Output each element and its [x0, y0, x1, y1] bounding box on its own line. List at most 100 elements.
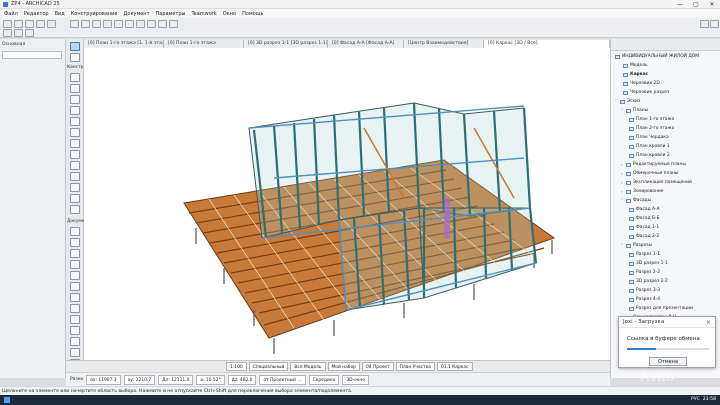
slab-tool-icon[interactable] [70, 106, 80, 115]
nav-item-project[interactable]: ИНДИВИДУАЛЬНЫЙ ЖИЛОЙ ДОМ [615, 54, 699, 59]
menu-help[interactable]: Помощь [242, 11, 263, 17]
nav-item-facade-aa[interactable]: Фасад А-А [629, 207, 660, 212]
pen-set-selector[interactable]: Мой набор [327, 362, 360, 371]
dz-field[interactable]: Δz: 482.0 [227, 374, 257, 385]
nav-item-frame[interactable]: Каркас [623, 72, 648, 77]
search-icon[interactable] [700, 20, 709, 28]
arc-tool-icon[interactable] [70, 293, 80, 302]
arrow-tool-icon[interactable] [70, 42, 80, 51]
menu-window[interactable]: Окно [223, 11, 236, 17]
settings-icon[interactable] [169, 20, 178, 28]
zone-tool-icon[interactable] [70, 205, 80, 214]
close-icon[interactable]: × [706, 319, 711, 326]
info-selector[interactable] [2, 51, 62, 59]
nav-item-section-11[interactable]: Разрез 1-1 [629, 252, 660, 257]
3d-view-icon[interactable] [92, 20, 101, 28]
stair-tool-icon[interactable] [70, 172, 80, 181]
polyline-tool-icon[interactable] [70, 304, 80, 313]
hotspot-tool-icon[interactable] [70, 326, 80, 335]
cancel-button[interactable]: Отмена [649, 357, 687, 366]
window-tool-icon[interactable] [70, 161, 80, 170]
length-field[interactable]: Дл: 12111.0 [158, 374, 194, 385]
door-tool-icon[interactable] [70, 150, 80, 159]
nav-item-sketch[interactable]: ˅ Эскиз [615, 99, 640, 104]
model-view-selector[interactable]: Вся Модель [290, 362, 326, 371]
nav-item-plan-2[interactable]: План 2-го этажа [629, 126, 674, 131]
help-icon[interactable] [710, 20, 719, 28]
menu-document[interactable]: Документ [124, 11, 150, 17]
dx-field[interactable]: ах: 11907.3 [86, 374, 121, 385]
dimension-tool-icon[interactable] [70, 227, 80, 236]
nav-item-zoning[interactable]: › Зонирование [621, 189, 663, 194]
tab-facade-aa[interactable]: [0] Фасад А-А [Фасад А-А] [328, 39, 404, 48]
beam-tool-icon[interactable] [70, 95, 80, 104]
menu-edit[interactable]: Редактор [24, 11, 49, 17]
nav-item-3d-section-22[interactable]: 3D разрез 2-2 [629, 279, 668, 284]
dimension-selector[interactable]: 04 Проект [361, 362, 394, 371]
menu-design[interactable]: Конструирование [71, 11, 118, 17]
windows-start-icon[interactable] [4, 397, 10, 403]
nav-item-plan-1[interactable]: План 1-го этажа [629, 117, 674, 122]
maximize-button[interactable]: ▢ [688, 0, 704, 9]
roof-tool-icon[interactable] [70, 117, 80, 126]
redo-icon[interactable] [47, 20, 56, 28]
nav-item-plans[interactable]: ˅ Планы [621, 108, 648, 113]
label-tool-icon[interactable] [70, 260, 80, 269]
menu-file[interactable]: Файл [4, 11, 18, 17]
view-map-selector[interactable]: 01.1 Каркас [436, 362, 473, 371]
nav-item-draft-2d[interactable]: Черновик 2D [623, 81, 660, 86]
nav-item-section-44[interactable]: Разрез 4-4 [629, 297, 660, 302]
open-file-icon[interactable] [14, 20, 23, 28]
column-tool-icon[interactable] [70, 84, 80, 93]
3d-window-button[interactable]: 3D-окно [342, 374, 369, 385]
render-icon[interactable] [158, 20, 167, 28]
nav-item-facade-bb[interactable]: Фасад Б-Б [629, 216, 660, 221]
fill-tool-icon[interactable] [70, 271, 80, 280]
pan-icon[interactable] [125, 20, 134, 28]
scale-selector[interactable]: 1:100 [226, 362, 247, 371]
nav-item-sections[interactable]: ˅ Разрезы [621, 243, 652, 248]
tab-frame-3d[interactable]: [0] Каркас [3D / Все] [484, 39, 610, 48]
marquee-tool-icon[interactable] [70, 53, 80, 62]
railing-tool-icon[interactable] [70, 183, 80, 192]
tab-plan-1[interactable]: [0] План 1-го этажа [1. 1-й этаж] [84, 39, 164, 48]
undo-icon[interactable] [36, 20, 45, 28]
save-icon[interactable] [25, 20, 34, 28]
tab-collab-center[interactable]: [Центр Взаимодействия] [404, 39, 484, 48]
zoom-icon[interactable] [114, 20, 123, 28]
layer-combo-selector[interactable]: Специальный [248, 362, 289, 371]
close-button[interactable]: ✕ [704, 0, 720, 9]
menu-view[interactable]: Вид [55, 11, 65, 17]
nav-item-section-22[interactable]: Разрез 2-2 [629, 270, 660, 275]
arrow-tool-icon[interactable] [3, 29, 12, 37]
angle-field[interactable]: а: 10.52° [196, 374, 225, 385]
layer-icon[interactable] [25, 29, 34, 37]
nav-item-3d-section-11[interactable]: 3D разрез 1-1 [629, 261, 668, 266]
marquee-tool-icon[interactable] [14, 29, 23, 37]
tab-plan-1b[interactable]: [0] План 1-го этажа [164, 39, 244, 48]
level-dim-tool-icon[interactable] [70, 238, 80, 247]
nav-item-roof-2[interactable]: План кровли 2 [629, 153, 670, 158]
nav-item-editable-plans[interactable]: › Редактируемые планы [621, 162, 686, 167]
nav-item-facade-22[interactable]: Фасад 2-2 [629, 234, 659, 239]
menu-teamwork[interactable]: Teamwork [191, 11, 216, 17]
3d-viewport[interactable] [84, 48, 610, 360]
nav-item-section-33[interactable]: Разрез 3-3 [629, 288, 660, 293]
figure-tool-icon[interactable] [70, 337, 80, 346]
dy-field[interactable]: ау: 2210.7 [123, 374, 156, 385]
floor-down-icon[interactable] [81, 20, 90, 28]
orbit-icon[interactable] [103, 20, 112, 28]
nav-item-survey-plans[interactable]: › Обмерочные планы [621, 171, 678, 176]
wall-tool-icon[interactable] [70, 73, 80, 82]
spline-tool-icon[interactable] [70, 315, 80, 324]
morph-tool-icon[interactable] [70, 139, 80, 148]
nav-item-facades[interactable]: ˅ Фасады [621, 198, 651, 203]
nav-item-draft-section[interactable]: Черновик разрез [623, 90, 669, 95]
nav-item-facade-11[interactable]: Фасад 1-1 [629, 225, 659, 230]
object-tool-icon[interactable] [70, 194, 80, 203]
shell-tool-icon[interactable] [70, 128, 80, 137]
floor-up-icon[interactable] [70, 20, 79, 28]
nav-item-roof-1[interactable]: План кровли 1 [629, 144, 670, 149]
menu-options[interactable]: Параметры [156, 11, 186, 17]
center-snap[interactable]: Середина [308, 374, 340, 385]
